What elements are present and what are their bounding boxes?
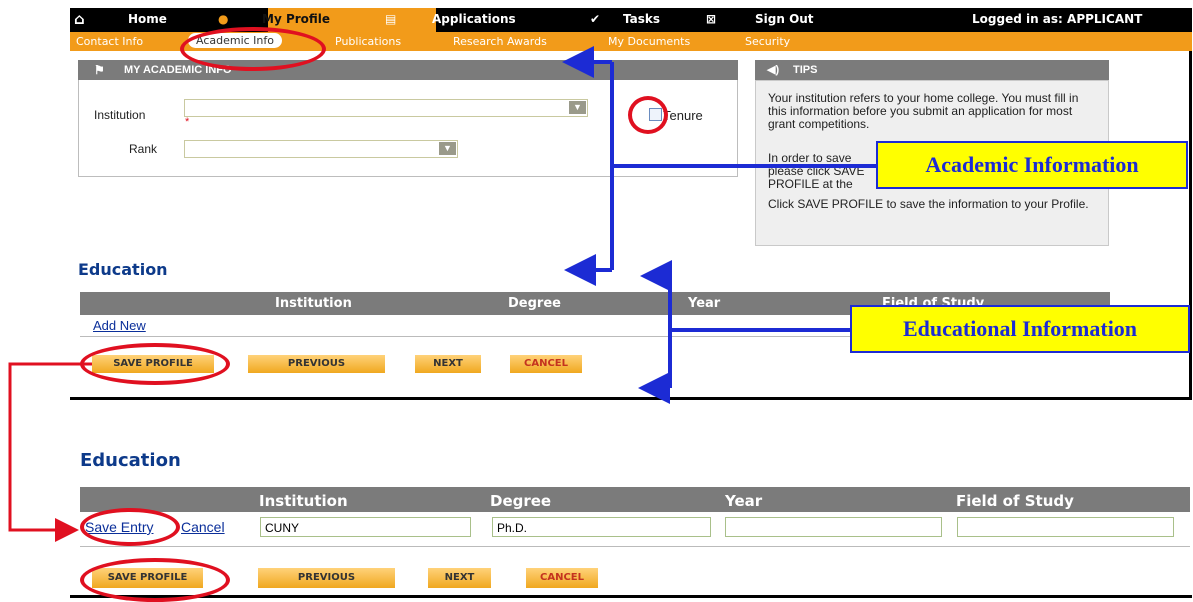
highlight-ring xyxy=(628,96,668,134)
annotation-arrows xyxy=(8,46,880,542)
highlight-ring xyxy=(80,508,180,546)
academic-information-callout: Academic Information xyxy=(876,141,1188,189)
highlight-ring xyxy=(80,343,230,385)
educational-information-callout: Educational Information xyxy=(850,305,1190,353)
highlight-ring xyxy=(80,558,230,602)
highlight-ring xyxy=(180,27,326,71)
